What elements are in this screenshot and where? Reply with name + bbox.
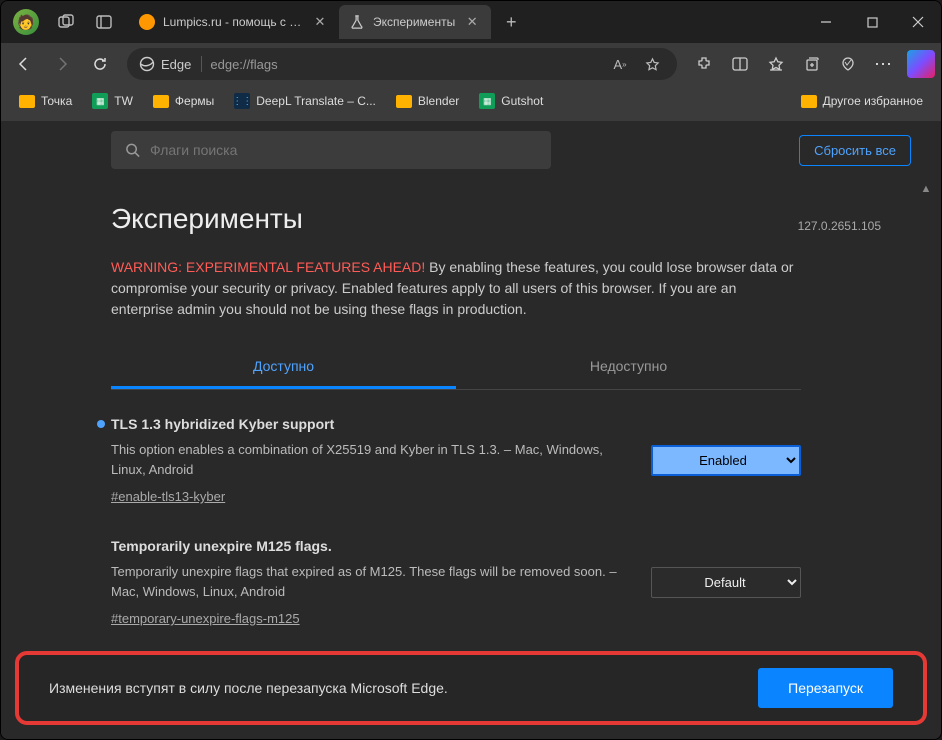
workspaces-icon[interactable] [57,13,75,31]
titlebar: 🧑 Lumpics.ru - помощь с компью ✕ Экспери… [1,1,941,43]
favorite-icon[interactable] [639,51,665,77]
page-header-row: Сбросить все [1,121,941,179]
edge-icon [139,56,155,72]
url-text: edge://flags [210,57,599,72]
changed-indicator-icon [97,420,105,428]
split-screen-icon[interactable] [723,47,757,81]
deepl-icon: ⋮⋮ [234,93,250,109]
search-input[interactable] [150,142,537,158]
close-window-button[interactable] [895,1,941,43]
tab-title: Lumpics.ru - помощь с компью [163,15,303,29]
close-icon[interactable]: ✕ [311,13,329,31]
flag-description: Temporarily unexpire flags that expired … [111,562,631,601]
sheets-icon: ▦ [92,93,108,109]
warning-prefix: WARNING: EXPERIMENTAL FEATURES AHEAD! [111,259,425,275]
sheets-icon: ▦ [479,93,495,109]
browser-essentials-icon[interactable] [831,47,865,81]
version-label: 127.0.2651.105 [798,219,881,233]
bookmark-tochka[interactable]: Точка [11,90,80,112]
favorites-icon[interactable] [759,47,793,81]
bookmark-blender[interactable]: Blender [388,90,467,112]
page-title: Эксперименты [111,203,801,235]
minimize-button[interactable] [803,1,849,43]
new-tab-button[interactable]: + [497,8,525,36]
flag-select[interactable]: Enabled [651,445,801,476]
folder-icon [801,95,817,108]
window-controls [803,1,941,43]
extensions-icon[interactable] [687,47,721,81]
tab-actions-icon[interactable] [95,13,113,31]
maximize-button[interactable] [849,1,895,43]
favicon-lumpics [139,14,155,30]
flag-row: TLS 1.3 hybridized Kyber support This op… [111,416,801,504]
flag-tabs: Доступно Недоступно [111,346,801,390]
flag-description: This option enables a combination of X25… [111,440,631,479]
toolbar: Edge edge://flags A» ⋯ [1,43,941,85]
refresh-button[interactable] [83,47,117,81]
bookmark-other[interactable]: Другое избранное [793,90,931,112]
tab-strip: Lumpics.ru - помощь с компью ✕ Экспериме… [129,5,803,39]
flag-title: Temporarily unexpire M125 flags. [111,538,631,554]
read-aloud-icon[interactable]: A» [607,51,633,77]
flag-select[interactable]: Default [651,567,801,598]
tab-lumpics[interactable]: Lumpics.ru - помощь с компью ✕ [129,5,339,39]
bookmark-gutshot[interactable]: ▦Gutshot [471,89,551,113]
page: Сбросить все ▲ 127.0.2651.105 Эксперимен… [1,121,941,739]
toolbar-right: ⋯ [687,47,935,81]
favicon-flags [349,14,365,30]
collections-icon[interactable] [795,47,829,81]
restart-bar: Изменения вступят в силу после перезапус… [15,651,927,725]
menu-button[interactable]: ⋯ [867,47,901,81]
warning-text: WARNING: EXPERIMENTAL FEATURES AHEAD! By… [111,257,801,320]
scroll-up-icon[interactable]: ▲ [921,183,932,195]
restart-message: Изменения вступят в силу после перезапус… [49,680,448,696]
site-label: Edge [161,57,191,72]
tab-unavailable[interactable]: Недоступно [456,346,801,389]
reset-all-button[interactable]: Сбросить все [799,135,911,166]
forward-button [45,47,79,81]
bookmark-fermy[interactable]: Фермы [145,90,222,112]
folder-icon [153,95,169,108]
tab-title: Эксперименты [373,15,455,29]
profile-avatar[interactable]: 🧑 [13,9,39,35]
content: 127.0.2651.105 Эксперименты WARNING: EXP… [1,179,941,676]
folder-icon [19,95,35,108]
tab-available[interactable]: Доступно [111,346,456,389]
bookmarks-bar: Точка ▦TW Фермы ⋮⋮DeepL Translate – C...… [1,85,941,121]
browser-window: 🧑 Lumpics.ru - помощь с компью ✕ Экспери… [0,0,942,740]
back-button[interactable] [7,47,41,81]
address-bar[interactable]: Edge edge://flags A» [127,48,677,80]
search-box[interactable] [111,131,551,169]
close-icon[interactable]: ✕ [463,13,481,31]
site-identity[interactable]: Edge [139,56,202,72]
restart-button[interactable]: Перезапуск [758,668,893,708]
copilot-button[interactable] [907,50,935,78]
flag-row: Temporarily unexpire M125 flags. Tempora… [111,538,801,626]
flag-anchor[interactable]: #temporary-unexpire-flags-m125 [111,611,631,626]
bookmark-tw[interactable]: ▦TW [84,89,141,113]
flag-title: TLS 1.3 hybridized Kyber support [111,416,631,432]
folder-icon [396,95,412,108]
flag-anchor[interactable]: #enable-tls13-kyber [111,489,631,504]
bookmark-deepl[interactable]: ⋮⋮DeepL Translate – C... [226,89,384,113]
search-icon [125,142,140,158]
tab-experiments[interactable]: Эксперименты ✕ [339,5,491,39]
